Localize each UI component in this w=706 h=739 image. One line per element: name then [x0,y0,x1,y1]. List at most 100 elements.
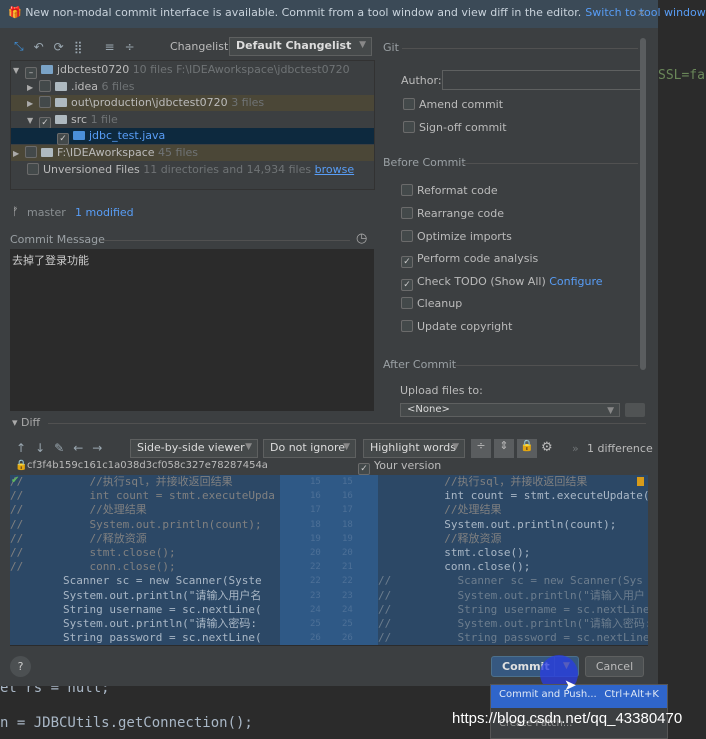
line-number-gutter: 22 22 [280,574,378,589]
checkbox[interactable]: – [25,67,37,79]
author-input[interactable] [442,70,642,90]
checkbox[interactable] [25,146,37,158]
right-line-number: 17 [342,505,353,516]
edit-source-icon[interactable]: ✎ [54,441,64,455]
configure-link[interactable]: Configure [549,275,602,288]
right-code-line: stmt.close(); [378,546,648,561]
perform-code-analysis-checkbox[interactable]: ✓ Perform code analysis [401,252,538,268]
gear-icon[interactable]: ⚙ [541,440,553,455]
diff-toggle[interactable]: ▾ Diff [12,416,40,429]
right-line-number: 20 [342,548,353,558]
author-label: Author: [401,74,442,87]
left-line-number: 22 [310,576,321,587]
tree-node-project[interactable]: ▼ – jdbctest0720 10 files F:\IDEAworkspace… [11,62,374,79]
lock-icon[interactable]: 🔒 [517,439,537,458]
viewer-select[interactable]: Side-by-side viewer ▼ [130,439,258,458]
right-code-line: //处理结果 [378,503,648,518]
tree-node-out[interactable]: ▶ out\production\jdbctest0720 3 files [11,95,374,111]
more-icon[interactable]: » [572,442,579,455]
reformat-code-checkbox[interactable]: Reformat code [401,184,498,197]
checkbox[interactable]: ✓ [57,133,69,145]
amend-commit-checkbox[interactable]: Amend commit [403,98,503,111]
previous-file-icon[interactable]: ← [73,441,83,455]
checkbox[interactable] [27,163,39,175]
checkbox[interactable] [39,80,51,92]
commit-message-input[interactable]: 去掉了登录功能 [10,249,374,411]
options-scrollbar[interactable] [640,38,646,370]
ignore-select[interactable]: Do not ignore ▼ [263,439,356,458]
collapse-unchanged-icon[interactable]: ÷ [471,439,491,458]
line-number-gutter: 16 16 [280,489,378,504]
optimize-imports-checkbox[interactable]: Optimize imports [401,230,512,243]
group-by-icon[interactable]: ⣿ [74,40,83,54]
upload-target-select[interactable]: <None> ▼ [400,403,620,417]
line-number-gutter: 18 18 [280,517,378,532]
right-code-line: // String username = sc.nextLine( [378,602,648,617]
java-file-icon [73,131,85,140]
modified-count[interactable]: 1 modified [75,206,134,219]
rollback-icon[interactable]: ↶ [34,40,44,54]
sync-scroll-icon[interactable]: ⇕ [494,439,514,458]
cleanup-checkbox[interactable]: Cleanup [401,297,462,310]
tree-node-src[interactable]: ▼ ✓ src 1 file [11,112,374,129]
right-code-line: // System.out.println("请输入用户 [378,588,648,603]
upload-files-label: Upload files to: [400,384,483,397]
lock-icon: 🔒 [15,460,28,471]
watermark: https://blog.csdn.net/qq_43380470 [452,710,683,727]
collapse-all-icon[interactable]: ÷ [125,40,135,54]
right-code-line: int count = stmt.executeUpdate(s [378,489,648,504]
right-line-number: 18 [342,519,353,530]
left-line-number: 20 [310,548,321,558]
branch-name: master [27,206,66,219]
right-code-line: // Scanner sc = new Scanner(Sys [378,574,648,589]
highlight-select[interactable]: Highlight words ▼ [363,439,465,458]
left-line-number: 22 [310,562,321,573]
configure-upload-button[interactable] [625,403,645,417]
browse-link[interactable]: browse [315,163,355,176]
left-line-number: 24 [310,604,321,615]
warning-marker [637,477,644,486]
left-revision: cf3f4b159c161c1a038d3cf058c327e78287454a [27,460,268,471]
right-line-number: 16 [342,491,353,502]
changelist-select[interactable]: Default Changelist ▼ [229,37,372,56]
left-code-line: // //释放资源 [10,531,280,546]
editor-background [658,0,706,739]
tree-node-unversioned[interactable]: Unversioned Files 11 directories and 14,… [11,162,374,178]
history-icon[interactable]: ◷ [356,231,367,246]
previous-difference-icon[interactable]: ↑ [16,441,26,455]
right-code-line: //执行sql，并接收返回结果 [378,475,648,490]
help-button[interactable]: ? [10,656,31,677]
module-icon [41,65,53,74]
your-version-checkbox[interactable]: ✓ Your version [358,459,441,475]
sign-off-commit-checkbox[interactable]: Sign-off commit [403,121,507,134]
folder-icon [55,115,67,124]
check-todo-checkbox[interactable]: ✓ Check TODO (Show All) Configure [401,275,603,291]
diff-viewer[interactable]: // //执行sql，并接收返回结果 15 15 //执行sql，并接收返回结果//… [10,475,648,646]
update-copyright-checkbox[interactable]: Update copyright [401,320,512,333]
show-diff-icon[interactable]: ⤡ [14,39,24,54]
menu-item-commit-and-push[interactable]: Commit and Push... Ctrl+Alt+K [491,685,667,708]
tree-node-workspace[interactable]: ▶ F:\IDEAworkspace 45 files [11,145,374,161]
close-icon[interactable]: × [637,6,646,19]
next-difference-icon[interactable]: ↓ [35,441,45,455]
left-code-line: String password = sc.nextLine( [10,631,280,646]
expand-all-icon[interactable]: ≡ [105,40,115,54]
left-code-line: // int count = stmt.executeUpda [10,489,280,504]
left-line-number: 18 [310,519,321,530]
checkbox[interactable] [39,96,51,108]
left-code-line: System.out.println("请输入用户名 [10,588,280,603]
tree-node-idea[interactable]: ▶ .idea 6 files [11,79,374,95]
left-code-line: // System.out.println(count); [10,517,280,532]
gift-icon: 🎁 [8,6,22,19]
cancel-button[interactable]: Cancel [585,656,644,677]
left-code-line: // //处理结果 [10,503,280,518]
rearrange-code-checkbox[interactable]: Rearrange code [401,207,504,220]
line-number-gutter: 23 23 [280,588,378,603]
left-code-line: // stmt.close(); [10,546,280,561]
refresh-icon[interactable]: ⟳ [54,40,64,54]
tree-node-file[interactable]: ✓ jdbc_test.java [11,128,374,145]
next-file-icon[interactable]: → [92,441,102,455]
left-code-line: System.out.println("请输入密码: [10,617,280,632]
line-number-gutter: 20 20 [280,546,378,561]
left-line-number: 25 [310,619,321,629]
